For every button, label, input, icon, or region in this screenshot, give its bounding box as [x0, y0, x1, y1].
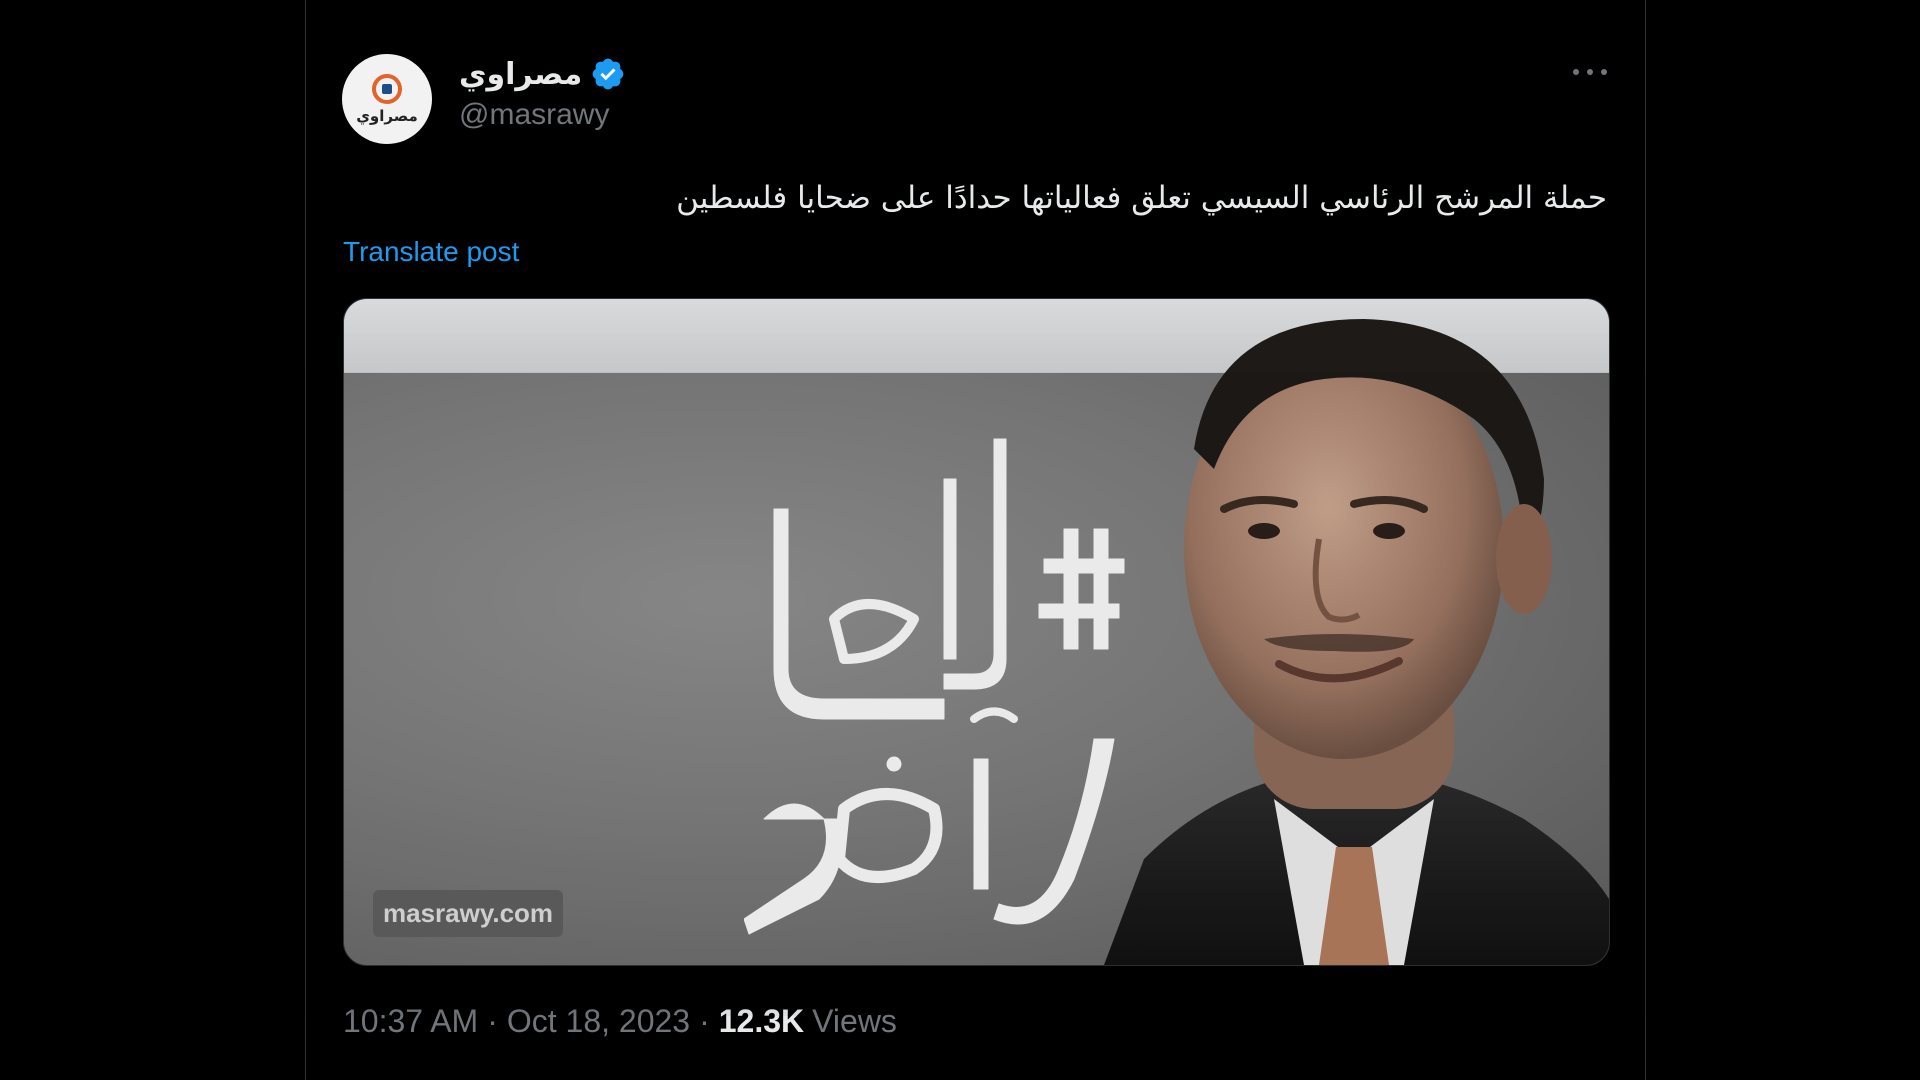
author-name-row: مصراوي [459, 52, 626, 96]
meta-separator: · [487, 1003, 498, 1039]
tweet-column: مصراوي مصراوي @masrawy حملة المرشح الرئا… [305, 0, 1646, 1080]
meta-separator: · [699, 1003, 710, 1039]
tweet-image[interactable]: masrawy.com [343, 298, 1610, 966]
translate-post-link[interactable]: Translate post [343, 236, 519, 268]
tweet-text: حملة المرشح الرئاسي السيسي تعلق فعالياته… [676, 180, 1607, 216]
tweet-date[interactable]: Oct 18, 2023 [507, 1003, 690, 1040]
avatar-logo-text: مصراوي [356, 106, 418, 125]
tweet-meta: 10:37 AM · Oct 18, 2023 · 12.3K Views [343, 1003, 897, 1040]
verified-badge-icon [592, 58, 624, 90]
views-count: 12.3K [718, 1003, 805, 1039]
hashtag-calligraphy [744, 438, 1125, 935]
author-block[interactable]: مصراوي @masrawy [459, 52, 626, 132]
avatar[interactable]: مصراوي [342, 54, 432, 144]
image-watermark: masrawy.com [373, 890, 564, 937]
portrait-figure [1104, 319, 1609, 965]
masrawy-logo-icon [372, 73, 402, 104]
page: مصراوي مصراوي @masrawy حملة المرشح الرئا… [0, 0, 1920, 1080]
views-label: Views [812, 1003, 897, 1039]
author-handle[interactable]: @masrawy [459, 98, 626, 132]
more-options-icon[interactable] [1573, 66, 1607, 78]
tweet-time[interactable]: 10:37 AM [343, 1003, 478, 1040]
author-display-name[interactable]: مصراوي [459, 57, 582, 92]
